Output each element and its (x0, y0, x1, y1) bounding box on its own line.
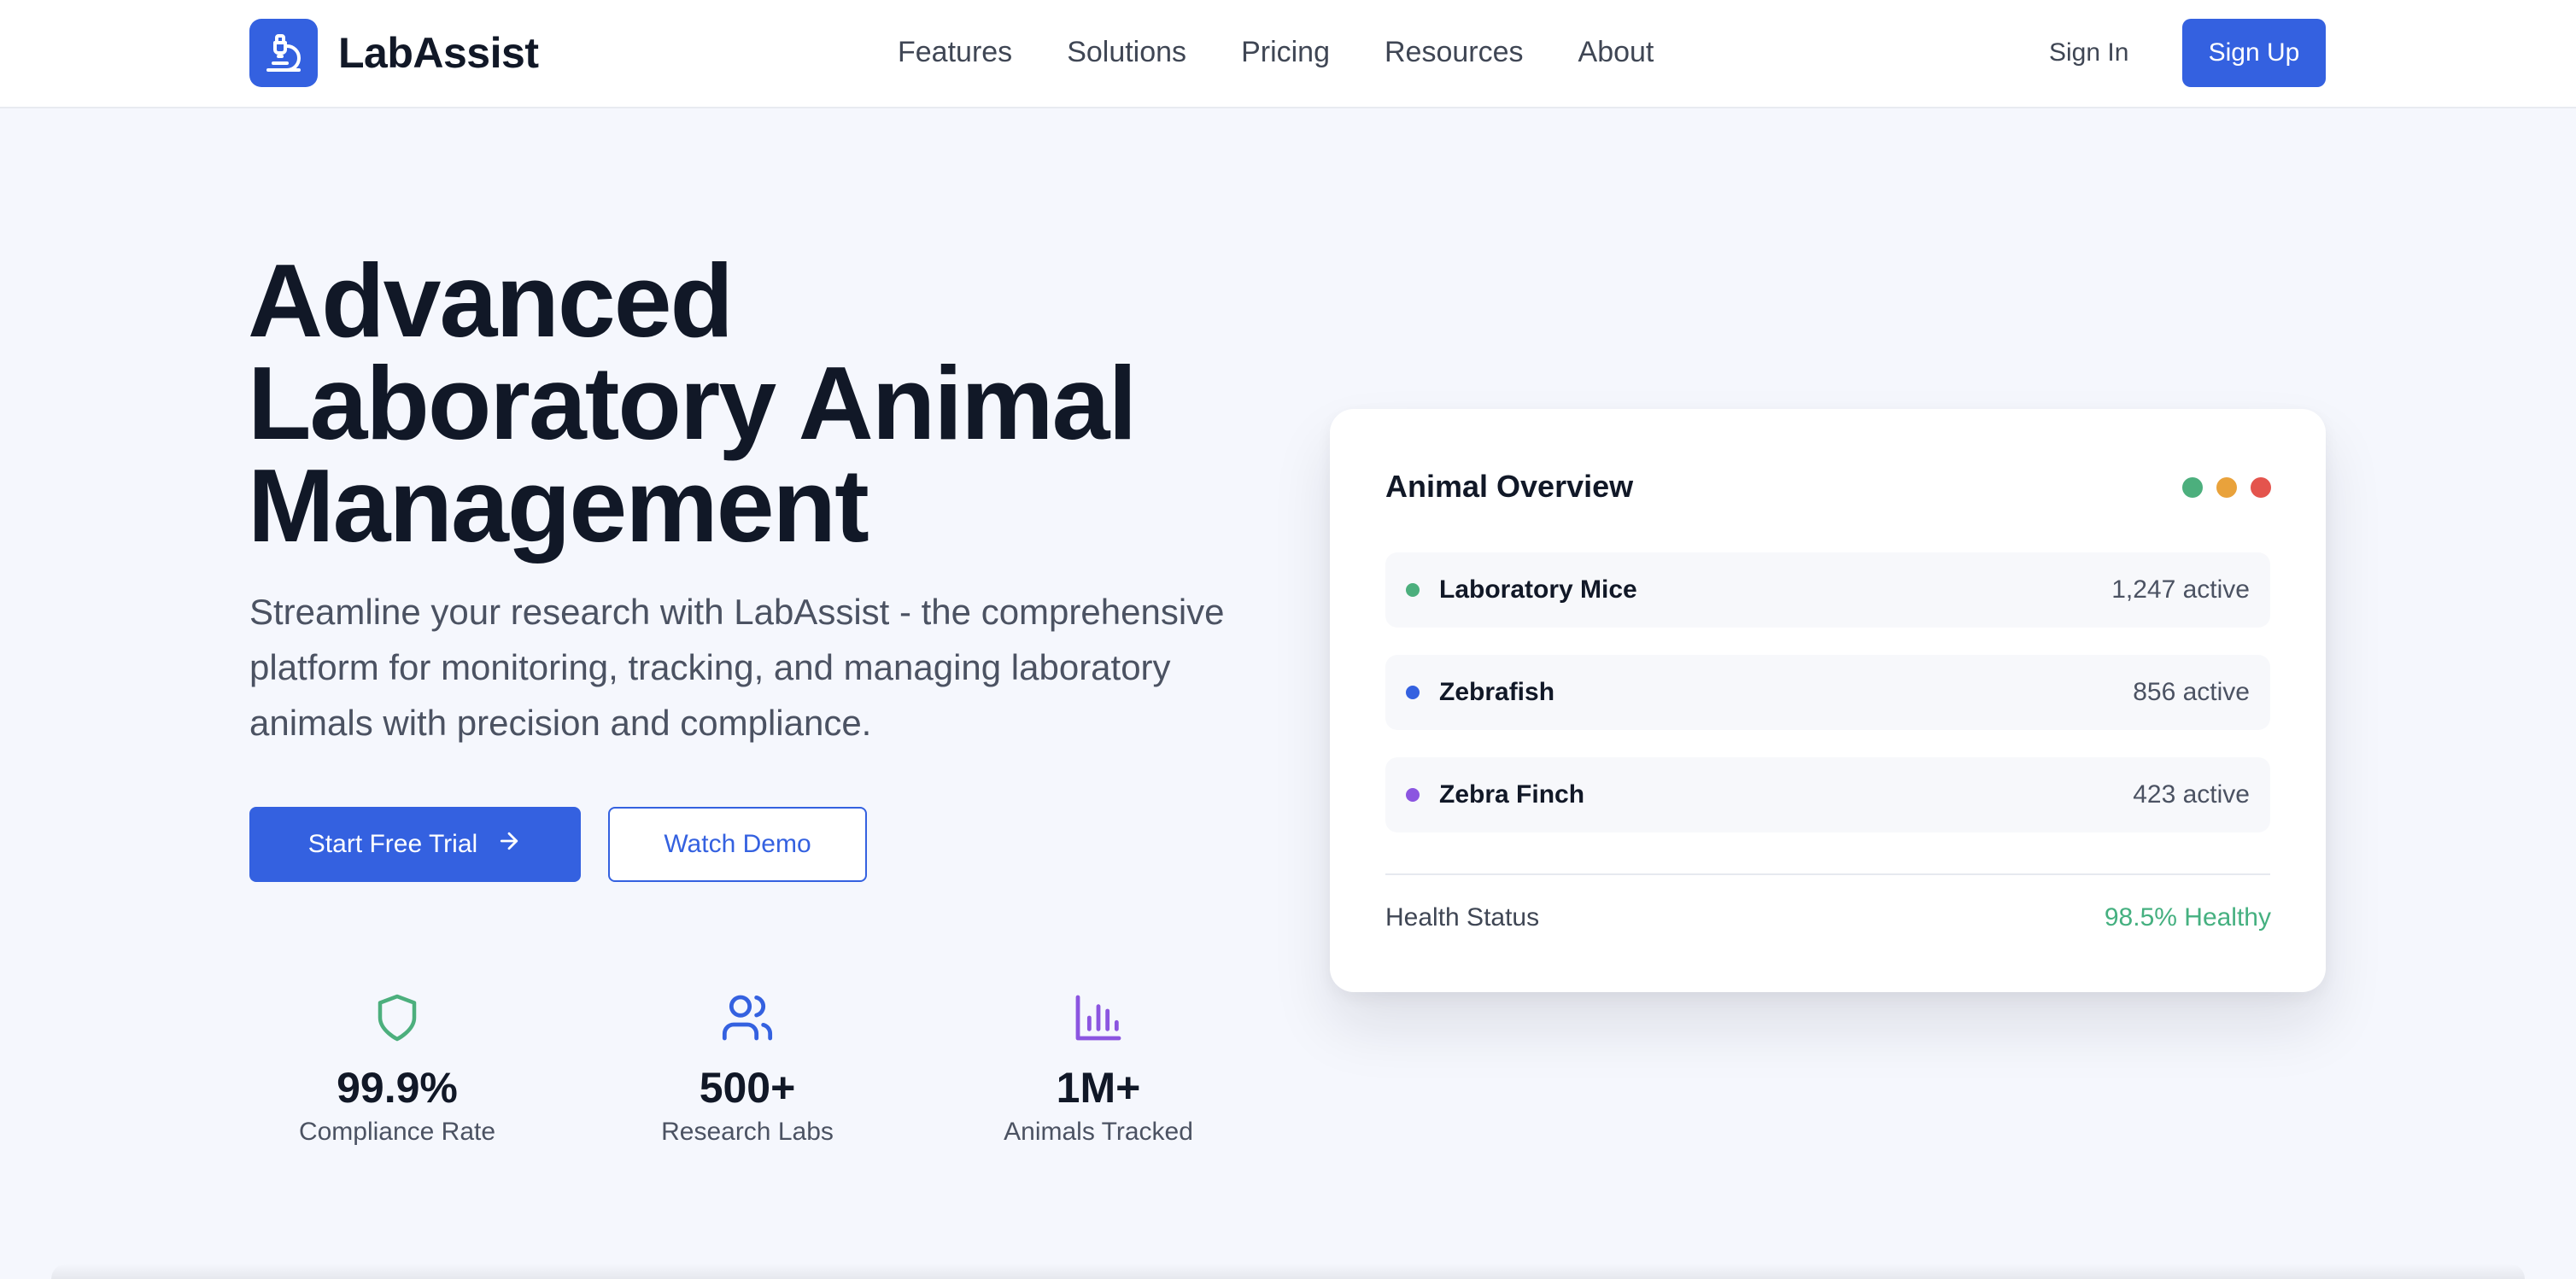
brand-name: LabAssist (338, 29, 539, 77)
health-status-value: 98.5% Healthy (2104, 903, 2271, 932)
animal-overview-card: Animal Overview Laboratory Mice 1,247 ac… (1330, 409, 2326, 992)
status-dot (1406, 686, 1420, 699)
card-divider (1385, 873, 2270, 875)
stat-value: 99.9% (337, 1064, 458, 1112)
orange-dot (2216, 477, 2237, 498)
hero-title-line: Laboratory Animal (248, 345, 1137, 461)
card-title: Animal Overview (1385, 469, 1634, 504)
microscope-icon (249, 19, 318, 87)
status-dot (1406, 583, 1420, 597)
stat-label: Research Labs (661, 1118, 834, 1146)
main-nav: Features Solutions Pricing Resources Abo… (898, 31, 1654, 73)
animal-count: 856 active (2133, 678, 2250, 706)
stat-value: 1M+ (1056, 1064, 1141, 1112)
animal-name: Zebra Finch (1439, 780, 1585, 809)
window-dots (2182, 477, 2271, 498)
hero-title: Advanced Laboratory Animal Management (248, 248, 1358, 558)
animal-row-zebra-finch[interactable]: Zebra Finch 423 active (1385, 757, 2270, 832)
nav-about[interactable]: About (1578, 31, 1654, 73)
animal-row-mice[interactable]: Laboratory Mice 1,247 active (1385, 552, 2270, 628)
sign-in-link[interactable]: Sign In (2049, 32, 2128, 73)
hero-title-line: Management (248, 447, 869, 564)
nav-solutions[interactable]: Solutions (1067, 31, 1186, 73)
animal-name: Zebrafish (1439, 678, 1555, 706)
animal-count: 1,247 active (2111, 575, 2250, 604)
red-dot (2251, 477, 2271, 498)
stat-value: 500+ (699, 1064, 796, 1112)
status-dot (1406, 788, 1420, 802)
hero-title-line: Advanced (248, 242, 734, 359)
stat-label: Compliance Rate (298, 1118, 496, 1146)
start-free-trial-label: Start Free Trial (307, 830, 478, 858)
users-icon (628, 989, 867, 1047)
stat-compliance: 99.9% Compliance Rate (278, 989, 517, 1149)
brand-logo[interactable]: LabAssist (249, 19, 539, 87)
shield-icon (278, 989, 517, 1047)
health-status-label: Health Status (1385, 903, 1540, 932)
next-section-edge (51, 1264, 2525, 1279)
nav-resources[interactable]: Resources (1385, 31, 1524, 73)
stat-animals-tracked: 1M+ Animals Tracked (979, 989, 1218, 1149)
top-navigation-bar: LabAssist Features Solutions Pricing Res… (0, 0, 2576, 108)
nav-pricing[interactable]: Pricing (1241, 31, 1330, 73)
arrow-right-icon (496, 828, 522, 861)
hero-subtitle: Streamline your research with LabAssist … (249, 592, 1225, 743)
sign-up-button[interactable]: Sign Up (2182, 19, 2326, 87)
stat-label: Animals Tracked (1004, 1118, 1193, 1146)
watch-demo-button[interactable]: Watch Demo (608, 807, 867, 882)
bar-chart-icon (979, 989, 1218, 1047)
start-free-trial-button[interactable]: Start Free Trial (249, 807, 581, 882)
animal-row-zebrafish[interactable]: Zebrafish 856 active (1385, 655, 2270, 730)
nav-features[interactable]: Features (898, 31, 1012, 73)
animal-name: Laboratory Mice (1439, 575, 1637, 604)
stat-research-labs: 500+ Research Labs (628, 989, 867, 1149)
animal-count: 423 active (2133, 780, 2250, 809)
green-dot (2182, 477, 2203, 498)
